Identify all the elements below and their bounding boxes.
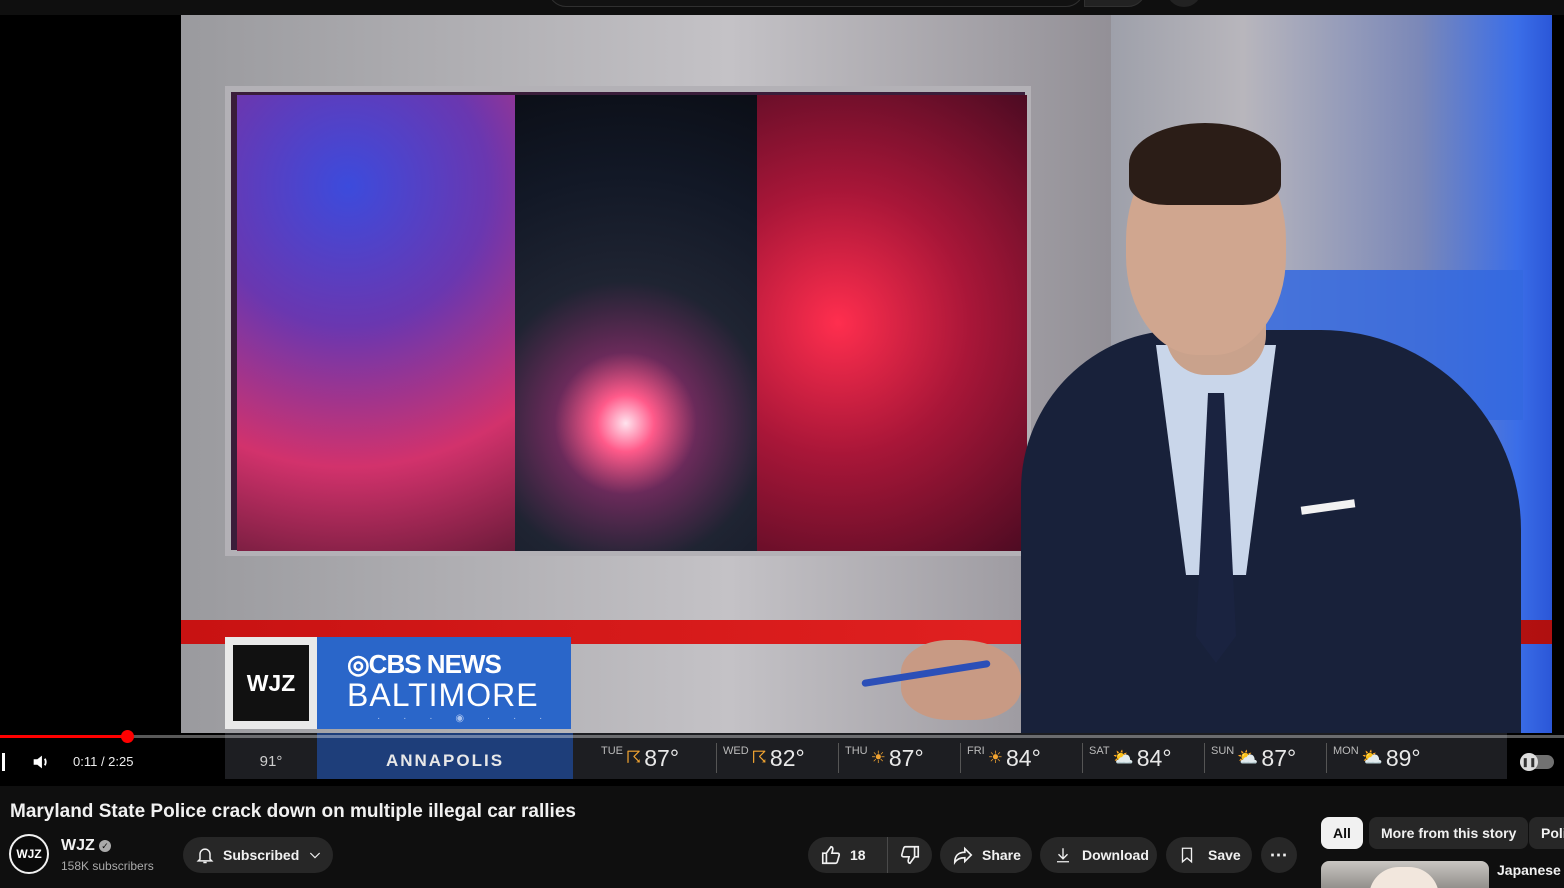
autoplay-toggle[interactable]: ❚❚	[1520, 753, 1554, 771]
pause-icon: ❚❚	[1520, 753, 1538, 771]
chip-politics[interactable]: Poli	[1529, 817, 1564, 849]
next-button[interactable]	[2, 753, 5, 771]
subscribed-button[interactable]: Subscribed	[183, 837, 333, 873]
anchor-suit	[1021, 330, 1521, 733]
player-controls: 0:11 / 2:25 ❚❚	[0, 750, 1564, 780]
bookmark-icon	[1181, 847, 1193, 864]
studio-light-right	[757, 95, 1027, 551]
brand-top-text: ◎CBS NEWS	[347, 649, 502, 679]
progress-fill	[0, 735, 127, 738]
more-icon: ⋯	[1269, 844, 1289, 865]
save-button[interactable]: Save	[1166, 837, 1252, 873]
search-input[interactable]	[548, 0, 1084, 7]
share-label: Share	[982, 847, 1021, 863]
channel-name[interactable]: WJZ	[61, 837, 95, 855]
recommendation-title[interactable]: Japanese A	[1497, 862, 1564, 878]
download-icon	[1057, 848, 1069, 863]
recommendation-thumbnail[interactable]	[1321, 861, 1489, 888]
masthead	[0, 0, 1564, 15]
thumbnail-image	[1369, 867, 1439, 888]
chevron-down-icon	[310, 852, 321, 859]
save-label: Save	[1208, 847, 1241, 863]
channel-avatar[interactable]: WJZ	[9, 834, 49, 874]
volume-icon[interactable]	[30, 751, 52, 773]
brand-dots: · · · ◉ · · ·	[377, 713, 553, 724]
video-player[interactable]: WJZ ◎CBS NEWS BALTIMORE · · · ◉ · · · 91…	[0, 15, 1564, 786]
share-button[interactable]: Share	[940, 837, 1032, 873]
brand-bottom-text: BALTIMORE	[347, 677, 539, 713]
bell-icon	[196, 848, 214, 864]
share-icon	[953, 846, 973, 866]
progress-scrubber[interactable]	[121, 730, 134, 743]
progress-bar[interactable]	[0, 730, 1564, 743]
chip-more-from-this-story[interactable]: More from this story	[1369, 817, 1529, 849]
download-button[interactable]: Download	[1040, 837, 1157, 873]
verified-icon: ✓	[99, 840, 111, 852]
news-footage	[515, 95, 761, 551]
subscriber-count: 158K subscribers	[61, 859, 154, 873]
cbs-news-brand: ◎CBS NEWS BALTIMORE · · · ◉ · · ·	[317, 637, 571, 729]
anchor-hand	[901, 640, 1021, 720]
like-button[interactable]: 18	[808, 837, 888, 873]
video-title: Maryland State Police crack down on mult…	[10, 801, 576, 822]
thumbs-up-icon	[821, 845, 841, 865]
search-button[interactable]	[1084, 0, 1146, 7]
video-frame[interactable]: WJZ ◎CBS NEWS BALTIMORE · · · ◉ · · ·	[181, 15, 1552, 733]
thumbs-down-icon	[900, 845, 920, 865]
more-actions-button[interactable]: ⋯	[1261, 837, 1297, 873]
voice-search-button[interactable]	[1166, 0, 1202, 7]
studio-light-left	[237, 95, 515, 551]
time-display: 0:11 / 2:25	[73, 754, 134, 769]
dislike-button[interactable]	[888, 837, 932, 873]
like-count: 18	[850, 847, 866, 863]
wjz-logo-text: WJZ	[233, 645, 309, 721]
chip-all[interactable]: All	[1321, 817, 1363, 849]
download-label: Download	[1082, 847, 1149, 863]
anchor-hair	[1129, 123, 1281, 205]
like-dislike-group: 18	[808, 837, 932, 873]
wjz-logo: WJZ	[225, 637, 317, 729]
subscribed-label: Subscribed	[223, 847, 300, 863]
page: WJZ ◎CBS NEWS BALTIMORE · · · ◉ · · · 91…	[0, 0, 1564, 888]
